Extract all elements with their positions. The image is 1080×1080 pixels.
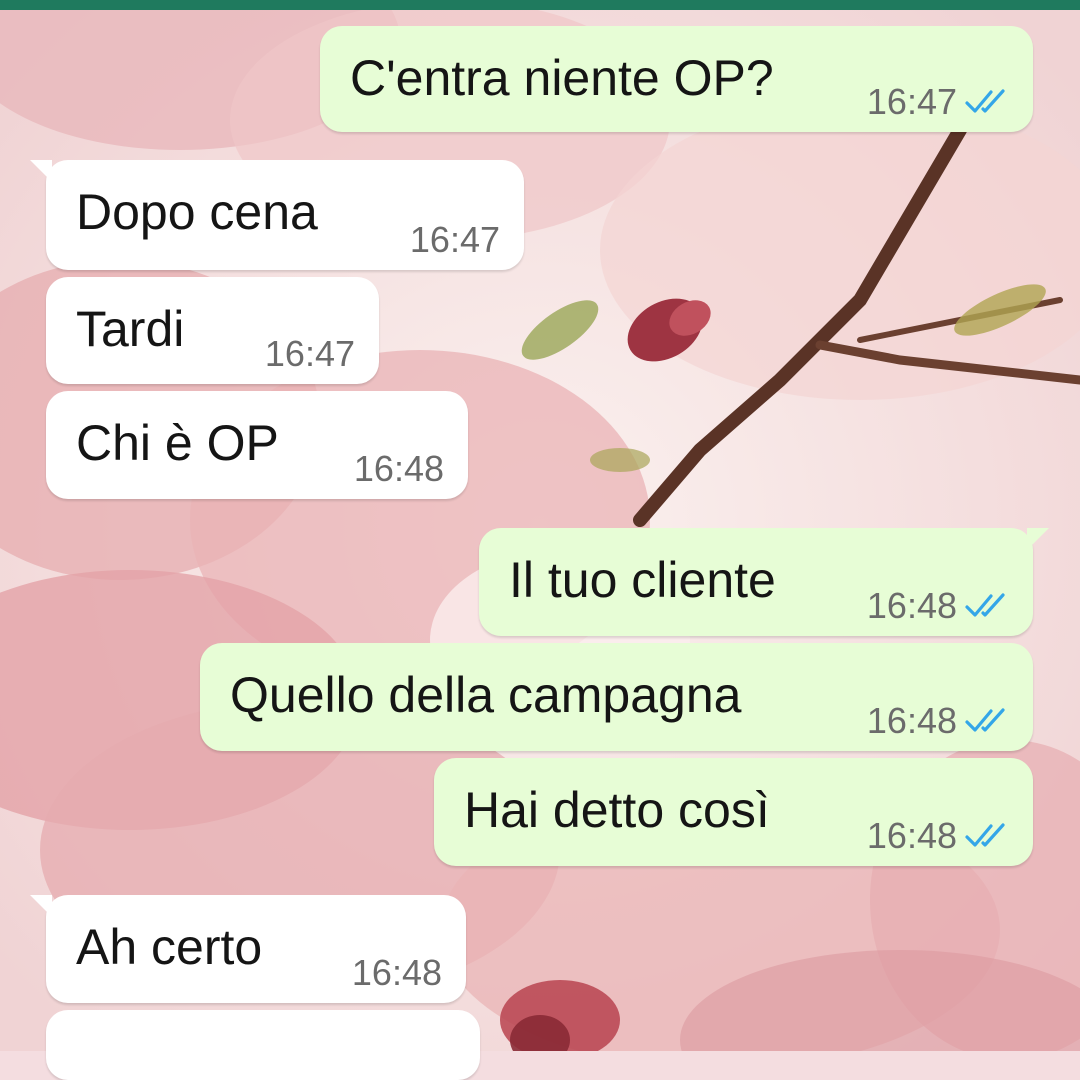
message-text: Hai detto così [464,782,770,838]
message-time: 16:48 [866,815,957,856]
message-bubble[interactable]: Quello della campagna 16:48 [200,643,1033,751]
message-text: Chi è OP [76,415,279,471]
message-bubble[interactable]: Hai detto così 16:48 [434,758,1033,866]
double-check-icon [965,593,1005,617]
message-time: 16:47 [264,333,355,374]
message-bubble[interactable]: Chi è OP 16:48 [46,391,468,499]
double-check-icon [965,89,1005,113]
message-time: 16:47 [866,81,957,122]
message-text: Ah certo [76,919,263,975]
message-bubble[interactable]: Tardi 16:47 [46,277,379,384]
message-text: C'entra niente OP? [350,50,774,106]
message-text: Il tuo cliente [509,552,776,608]
app-top-bar [0,0,1080,10]
message-bubble[interactable]: Ah certo 16:48 [30,895,466,1003]
message-time: 16:48 [353,448,444,489]
message-text: Tardi [76,301,185,357]
message-text: Dopo cena [76,184,318,240]
double-check-icon [965,823,1005,847]
message-time: 16:48 [351,952,442,993]
double-check-icon [965,708,1005,732]
message-bubble-partial[interactable] [46,1010,480,1080]
chat-wallpaper [0,0,1080,1051]
message-bubble[interactable]: Dopo cena 16:47 [30,160,524,270]
message-bubble[interactable]: Il tuo cliente 16:48 [479,528,1049,636]
message-time: 16:47 [409,219,500,260]
message-bubble[interactable]: C'entra niente OP? 16:47 [320,26,1033,132]
message-time: 16:48 [866,700,957,741]
message-time: 16:48 [866,585,957,626]
message-text: Quello della campagna [230,667,742,723]
